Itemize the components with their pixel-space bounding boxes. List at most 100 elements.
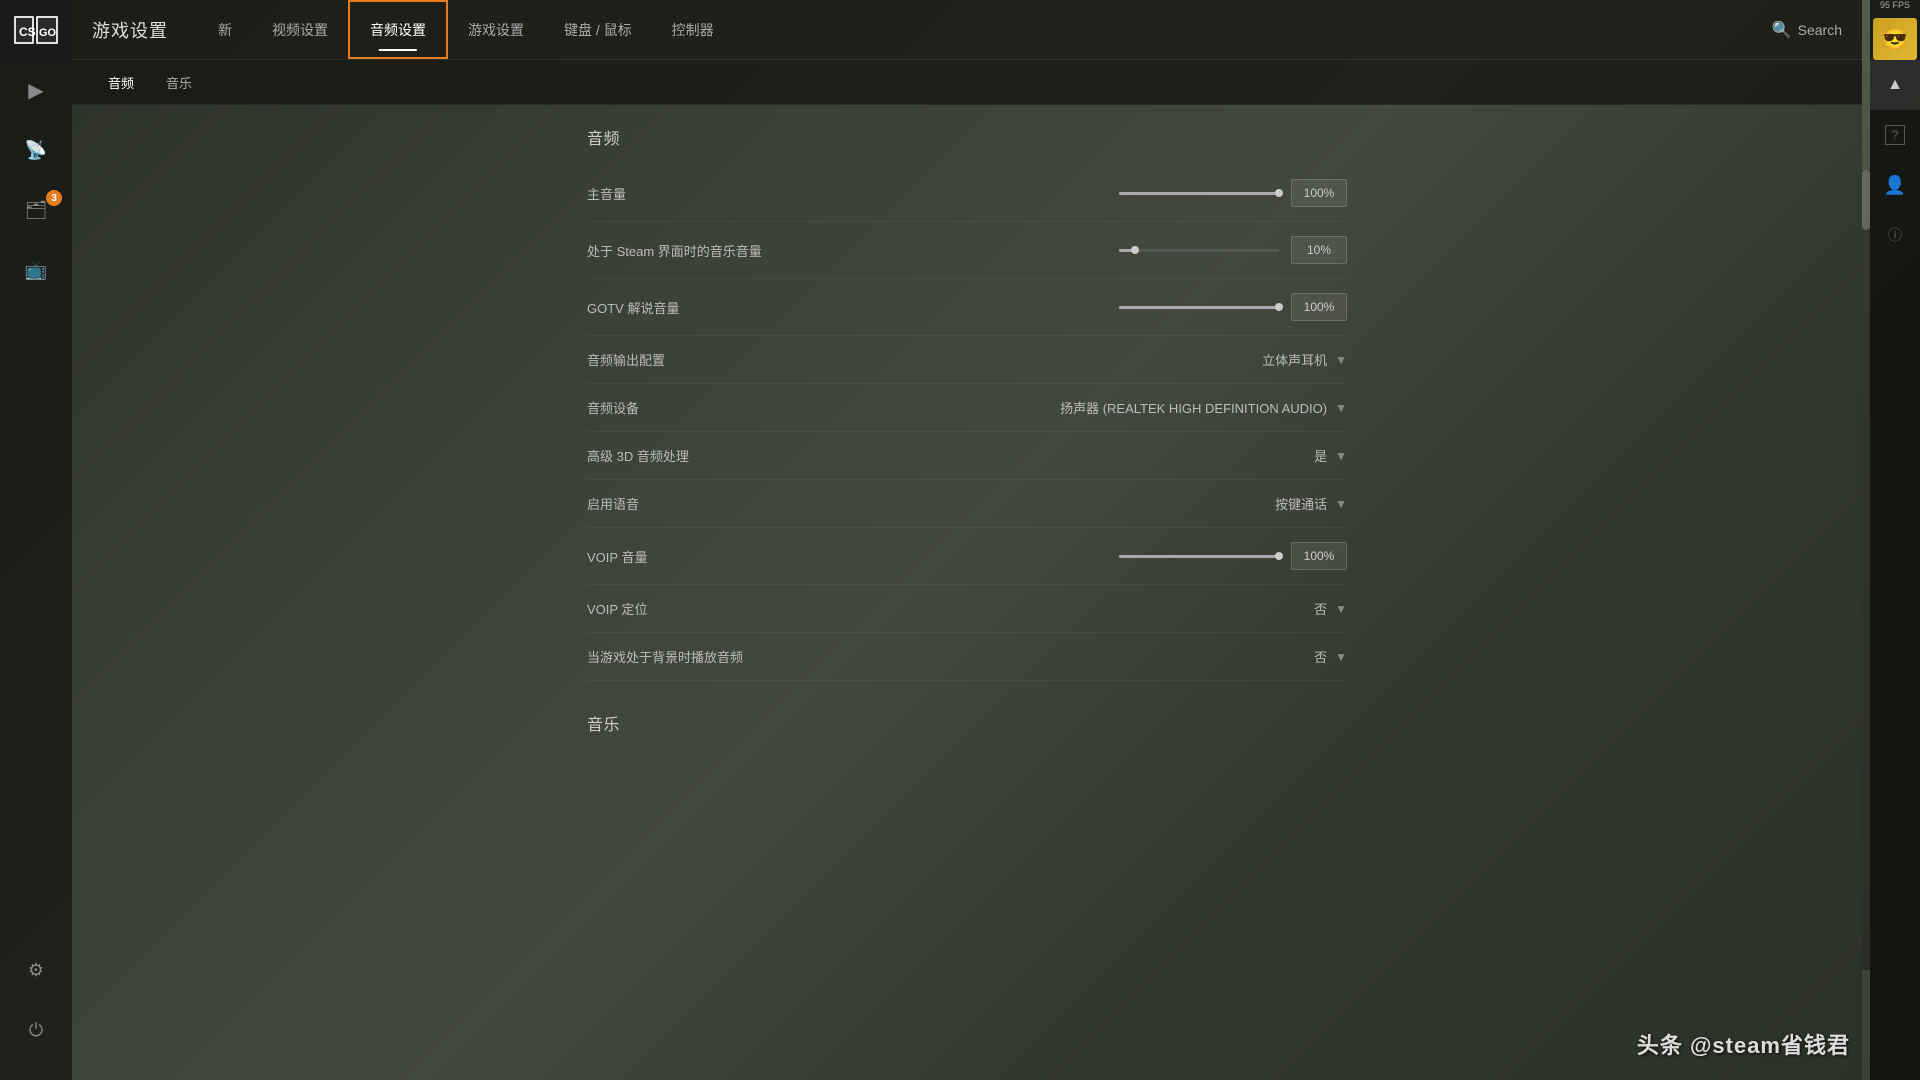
csgo-logo[interactable]: CS GO [0, 0, 72, 60]
setting-row-3d-audio: 高级 3D 音频处理 是 ▼ [587, 432, 1347, 480]
search-area[interactable]: 🔍 Search [1772, 20, 1842, 40]
left-sidebar: CS GO ▶ 📡 🗂 3 📺 ⚙ ⏻ [0, 0, 72, 1080]
sidebar-item-inventory[interactable]: 🗂 3 [0, 180, 72, 240]
voice-value: 按键通话 [1275, 494, 1327, 513]
scrollbar-thumb[interactable] [1862, 170, 1870, 230]
steam-music-track[interactable] [1119, 249, 1279, 252]
master-volume-label: 主音量 [587, 184, 807, 203]
svg-text:GO: GO [39, 27, 57, 39]
profile-icon: 👤 [1884, 175, 1906, 196]
voip-pos-value: 否 [1314, 599, 1327, 618]
avatar[interactable]: 😎 [1873, 18, 1917, 60]
gotv-thumb[interactable] [1275, 303, 1283, 311]
settings-icon: ⚙ [28, 960, 44, 981]
tab-controller[interactable]: 控制器 [652, 0, 734, 59]
sub-tabs: 音频 音乐 [72, 60, 1862, 105]
master-volume-thumb[interactable] [1275, 189, 1283, 197]
tab-new[interactable]: 新 [198, 0, 252, 59]
tab-audio[interactable]: 音频设置 [348, 0, 448, 59]
audio-section-title: 音频 [587, 125, 1347, 149]
gotv-slider-container: 100% [807, 293, 1347, 321]
scrollbar-track[interactable] [1862, 170, 1870, 970]
power-icon: ⏻ [29, 1020, 43, 1041]
master-volume-track[interactable] [1119, 192, 1279, 195]
master-volume-fill [1119, 192, 1279, 195]
sidebar-item-settings[interactable]: ⚙ [0, 940, 72, 1000]
inventory-badge: 3 [46, 190, 62, 206]
voice-dropdown[interactable]: 按键通话 ▼ [1275, 494, 1347, 513]
search-label: Search [1798, 22, 1842, 38]
3d-audio-dropdown[interactable]: 是 ▼ [1314, 446, 1347, 465]
sidebar-item-tv[interactable]: 📺 [0, 240, 72, 300]
bg-audio-dropdown[interactable]: 否 ▼ [1314, 647, 1347, 666]
main-content: 游戏设置 新 视频设置 音频设置 游戏设置 键盘 / 鼠标 控制器 🔍 Sear [72, 0, 1862, 1080]
3d-audio-value: 是 [1314, 446, 1327, 465]
audio-device-value: 扬声器 (REALTEK HIGH DEFINITION AUDIO) [1060, 398, 1327, 417]
audio-device-arrow: ▼ [1335, 401, 1347, 415]
inventory-icon: 🗂 [25, 200, 48, 221]
voip-volume-label: VOIP 音量 [587, 547, 807, 566]
tab-keyboard[interactable]: 键盘 / 鼠标 [544, 0, 652, 59]
voip-pos-dropdown[interactable]: 否 ▼ [1314, 599, 1347, 618]
voice-label: 启用语音 [587, 494, 807, 513]
steam-music-thumb[interactable] [1131, 246, 1139, 254]
voip-volume-thumb[interactable] [1275, 552, 1283, 560]
audio-section: 音频 主音量 100% 处于 Steam 界面时的音乐音量 [567, 125, 1367, 681]
audio-output-control: 立体声耳机 ▼ [807, 350, 1347, 369]
voip-volume-slider-container: 100% [807, 542, 1347, 570]
sidebar-item-broadcast[interactable]: 📡 [0, 120, 72, 180]
tab-video[interactable]: 视频设置 [252, 0, 348, 59]
voip-volume-track[interactable] [1119, 555, 1279, 558]
gotv-value: 100% [1291, 293, 1347, 321]
sidebar-item-play[interactable]: ▶ [0, 60, 72, 120]
right-nav-up[interactable]: ▲ [1870, 60, 1920, 110]
steam-music-value: 10% [1291, 236, 1347, 264]
3d-audio-label: 高级 3D 音频处理 [587, 446, 807, 465]
gotv-track[interactable] [1119, 306, 1279, 309]
voip-pos-label: VOIP 定位 [587, 599, 807, 618]
bg-audio-control: 否 ▼ [807, 647, 1347, 666]
voip-pos-arrow: ▼ [1335, 602, 1347, 616]
music-section: 音乐 [567, 711, 1367, 735]
voip-pos-control: 否 ▼ [807, 599, 1347, 618]
subtab-audio[interactable]: 音频 [92, 60, 150, 104]
right-sidebar: 95 FPS 😎 ▲ ? 👤 ⓘ [1870, 0, 1920, 1080]
setting-row-master-volume: 主音量 100% [587, 165, 1347, 222]
chevron-up-icon: ▲ [1887, 76, 1903, 94]
bg-audio-arrow: ▼ [1335, 650, 1347, 664]
info-icon: ⓘ [1888, 225, 1902, 245]
audio-device-dropdown[interactable]: 扬声器 (REALTEK HIGH DEFINITION AUDIO) ▼ [1060, 398, 1347, 417]
setting-row-voice: 启用语音 按键通话 ▼ [587, 480, 1347, 528]
fps-label: 95 FPS [1880, 0, 1910, 10]
voice-arrow: ▼ [1335, 497, 1347, 511]
audio-device-label: 音频设备 [587, 398, 807, 417]
gotv-label: GOTV 解说音量 [587, 298, 807, 317]
master-volume-control: 100% [807, 179, 1347, 207]
audio-output-dropdown[interactable]: 立体声耳机 ▼ [1262, 350, 1347, 369]
setting-row-gotv: GOTV 解说音量 100% [587, 279, 1347, 336]
voice-control: 按键通话 ▼ [807, 494, 1347, 513]
bg-audio-value: 否 [1314, 647, 1327, 666]
setting-row-bg-audio: 当游戏处于背景时播放音频 否 ▼ [587, 633, 1347, 681]
audio-output-label: 音频输出配置 [587, 350, 807, 369]
tab-game[interactable]: 游戏设置 [448, 0, 544, 59]
setting-row-audio-output: 音频输出配置 立体声耳机 ▼ [587, 336, 1347, 384]
search-icon: 🔍 [1772, 20, 1792, 40]
steam-music-control: 10% [807, 236, 1347, 264]
steam-music-label: 处于 Steam 界面时的音乐音量 [587, 241, 807, 260]
right-nav-info[interactable]: ⓘ [1870, 210, 1920, 260]
3d-audio-control: 是 ▼ [807, 446, 1347, 465]
music-section-title: 音乐 [587, 711, 1347, 735]
help-icon: ? [1885, 125, 1905, 145]
subtab-music[interactable]: 音乐 [150, 60, 208, 104]
tv-icon: 📺 [25, 260, 47, 281]
right-nav-help[interactable]: ? [1870, 110, 1920, 160]
page-title: 游戏设置 [92, 17, 168, 43]
gotv-control: 100% [807, 293, 1347, 321]
fps-display: 95 FPS 😎 [1870, 0, 1920, 60]
sidebar-item-power[interactable]: ⏻ [0, 1000, 72, 1060]
gotv-fill [1119, 306, 1279, 309]
settings-content: 音频 主音量 100% 处于 Steam 界面时的音乐音量 [72, 105, 1862, 1080]
setting-row-audio-device: 音频设备 扬声器 (REALTEK HIGH DEFINITION AUDIO)… [587, 384, 1347, 432]
right-nav-profile[interactable]: 👤 [1870, 160, 1920, 210]
